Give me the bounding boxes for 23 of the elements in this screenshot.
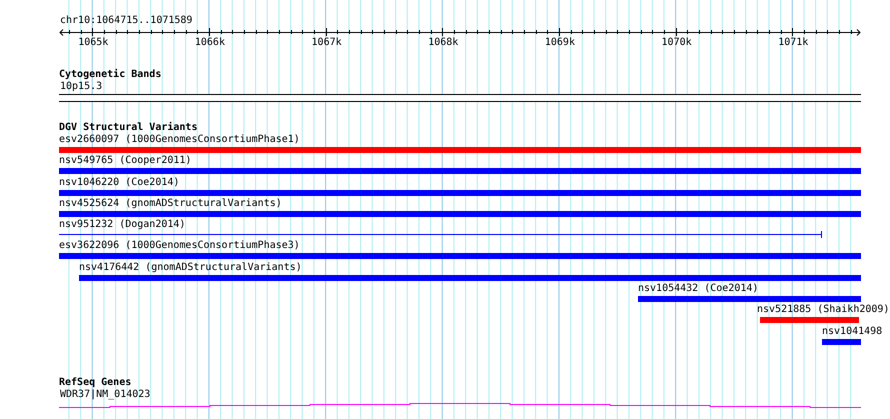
variant-label: nsv1041498 (822, 326, 882, 338)
ruler-tick-label: 1066k (194, 37, 225, 49)
track-title: DGV Structural Variants (59, 122, 198, 134)
ruler-tick-label: 1071k (778, 37, 808, 49)
ruler-location: chr10:1064715..1071589 (60, 15, 192, 27)
variant-label: esv3622096 (1000GenomesConsortiumPhase3) (59, 240, 300, 252)
gene-label: WDR37|NM_014023 (60, 388, 150, 401)
track-title: Cytogenetic Bands (59, 69, 162, 81)
variant-label: nsv1054432 (Coe2014) (638, 283, 758, 296)
variant-label: nsv4176442 (gnomADStructuralVariants) (79, 262, 302, 274)
variant-label: nsv951232 (Dogan2014) (59, 219, 186, 232)
variant-label: nsv1046220 (Coe2014) (59, 176, 180, 189)
ruler-tick-label: 1065k (78, 37, 108, 49)
ruler-tick-label: 1068k (428, 37, 458, 49)
variant-label: nsv4525624 (gnomADStructuralVariants) (59, 198, 282, 210)
band-label: 10p15.3 (60, 81, 102, 93)
variant-label: nsv521885 (Shaikh2009) (757, 304, 890, 316)
variant-label: nsv549765 (Cooper2011) (59, 155, 192, 168)
track-title: RefSeq Genes (59, 376, 132, 389)
variant-label: esv2660097 (1000GenomesConsortiumPhase1) (59, 134, 300, 146)
ruler-tick-label: 1070k (662, 37, 692, 49)
ruler-tick-label: 1067k (312, 37, 342, 49)
ruler-tick-label: 1069k (544, 37, 575, 49)
